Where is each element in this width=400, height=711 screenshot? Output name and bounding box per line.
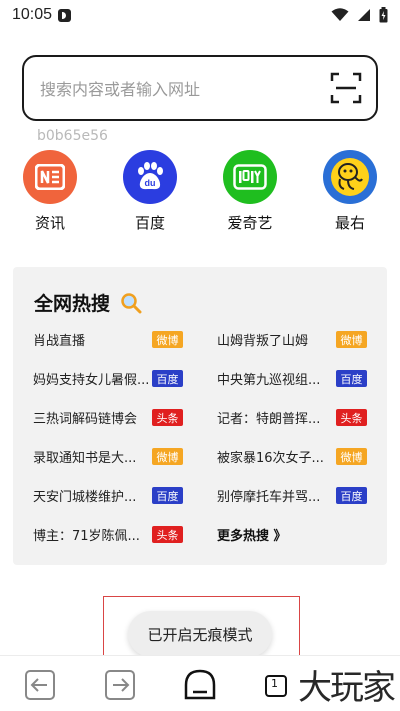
hot-search-card: 全网热搜 肖战直播 微博 山姆背叛了山姆 微博 妈妈支持女儿暑假... 百度 中… bbox=[13, 267, 387, 565]
magnifier-icon bbox=[121, 292, 142, 313]
incognito-toast: 已开启无痕模式 bbox=[128, 611, 272, 657]
hot-item[interactable]: 别停摩托车并骂... 百度 bbox=[217, 483, 367, 507]
watermark-logo: 大玩家 bbox=[298, 668, 396, 708]
more-hot-search-link[interactable]: 更多热搜 》 bbox=[217, 522, 367, 546]
hot-item[interactable]: 山姆背叛了山姆 微博 bbox=[217, 327, 367, 351]
hash-label: b0b65e56 bbox=[37, 128, 108, 144]
zuiyou-icon bbox=[323, 150, 377, 204]
hot-item[interactable]: 天安门城楼维护... 百度 bbox=[33, 483, 183, 507]
d-app-icon bbox=[58, 8, 72, 22]
hot-item[interactable]: 三热词解码链博会 头条 bbox=[33, 405, 183, 429]
hot-item-text: 山姆背叛了山姆 bbox=[217, 333, 309, 349]
quick-link-label: 百度 bbox=[134, 214, 165, 232]
svg-text:du: du bbox=[145, 178, 156, 188]
hot-item-text: 妈妈支持女儿暑假... bbox=[33, 372, 148, 388]
tabs-icon bbox=[265, 675, 287, 697]
hot-item[interactable]: 博主：71岁陈佩... 头条 bbox=[33, 522, 183, 546]
hot-item-text: 博主：71岁陈佩... bbox=[33, 528, 140, 544]
baidu-paw-icon: du bbox=[123, 150, 177, 204]
hot-item-text: 天安门城楼维护... bbox=[33, 489, 137, 505]
hot-row: 天安门城楼维护... 百度 别停摩托车并骂... 百度 bbox=[13, 483, 387, 522]
forward-button[interactable] bbox=[103, 668, 137, 702]
status-bar: 10:05 bbox=[0, 0, 400, 30]
quick-link-label: 爱奇艺 bbox=[227, 214, 273, 232]
home-icon bbox=[184, 669, 216, 700]
hot-item[interactable]: 中央第九巡视组... 百度 bbox=[217, 366, 367, 390]
scan-icon[interactable] bbox=[330, 72, 362, 104]
hot-search-title: 全网热搜 bbox=[34, 289, 142, 316]
hot-item-text: 别停摩托车并骂... bbox=[217, 489, 321, 505]
hot-item-text: 录取通知书是大... bbox=[33, 450, 137, 466]
more-hot-search-text: 更多热搜 》 bbox=[217, 528, 287, 544]
back-button[interactable] bbox=[23, 668, 57, 702]
home-button[interactable] bbox=[183, 668, 217, 702]
hot-item-text: 被家暴16次女子... bbox=[217, 450, 324, 466]
source-badge: 百度 bbox=[152, 487, 183, 504]
hot-item[interactable]: 录取通知书是大... 微博 bbox=[33, 444, 183, 468]
wifi-icon bbox=[331, 8, 349, 21]
quick-link-label: 资讯 bbox=[34, 214, 65, 232]
hot-row: 妈妈支持女儿暑假... 百度 中央第九巡视组... 百度 bbox=[13, 366, 387, 405]
iqiyi-icon bbox=[223, 150, 277, 204]
hot-item-text: 记者：特朗普挥... bbox=[217, 411, 321, 427]
cell-signal-icon bbox=[358, 9, 370, 21]
source-badge: 微博 bbox=[152, 448, 183, 465]
hot-item[interactable]: 妈妈支持女儿暑假... 百度 bbox=[33, 366, 183, 390]
hot-row: 肖战直播 微博 山姆背叛了山姆 微博 bbox=[13, 327, 387, 366]
source-badge: 微博 bbox=[336, 331, 367, 348]
quick-link-news[interactable]: 资讯 bbox=[15, 150, 85, 233]
quick-link-label: 最右 bbox=[334, 214, 365, 232]
hot-item[interactable]: 肖战直播 微博 bbox=[33, 327, 183, 351]
hot-row: 三热词解码链博会 头条 记者：特朗普挥... 头条 bbox=[13, 405, 387, 444]
news-icon bbox=[23, 150, 77, 204]
source-badge: 百度 bbox=[336, 487, 367, 504]
hot-item[interactable]: 记者：特朗普挥... 头条 bbox=[217, 405, 367, 429]
hot-item-text: 三热词解码链博会 bbox=[33, 411, 138, 427]
hot-search-title-text: 全网热搜 bbox=[34, 293, 111, 315]
source-badge: 头条 bbox=[152, 526, 183, 543]
search-input[interactable]: 搜索内容或者输入网址 bbox=[40, 76, 200, 100]
hot-item[interactable]: 被家暴16次女子... 微博 bbox=[217, 444, 367, 468]
status-time: 10:05 bbox=[12, 6, 53, 23]
forward-arrow-icon bbox=[105, 670, 135, 700]
source-badge: 微博 bbox=[336, 448, 367, 465]
hot-item-text: 中央第九巡视组... bbox=[217, 372, 321, 388]
tab-count: 1 bbox=[271, 677, 278, 690]
hot-search-list: 肖战直播 微博 山姆背叛了山姆 微博 妈妈支持女儿暑假... 百度 中央第九巡视… bbox=[13, 327, 387, 561]
tabs-button[interactable]: 1 bbox=[263, 668, 297, 702]
source-badge: 微博 bbox=[152, 331, 183, 348]
search-bar[interactable]: 搜索内容或者输入网址 bbox=[22, 55, 378, 121]
battery-icon bbox=[379, 7, 388, 23]
hot-item-text: 肖战直播 bbox=[33, 333, 86, 349]
source-badge: 百度 bbox=[152, 370, 183, 387]
quick-link-iqiyi[interactable]: 爱奇艺 bbox=[215, 150, 285, 233]
quick-link-zuiyou[interactable]: 最右 bbox=[315, 150, 385, 233]
quick-links: 资讯 du 百度 爱奇艺 最右 bbox=[0, 150, 400, 233]
back-arrow-icon bbox=[25, 670, 55, 700]
source-badge: 头条 bbox=[152, 409, 183, 426]
hot-row: 录取通知书是大... 微博 被家暴16次女子... 微博 bbox=[13, 444, 387, 483]
status-icons bbox=[331, 7, 388, 23]
source-badge: 百度 bbox=[336, 370, 367, 387]
source-badge: 头条 bbox=[336, 409, 367, 426]
hot-row: 博主：71岁陈佩... 头条 更多热搜 》 bbox=[13, 522, 387, 561]
quick-link-baidu[interactable]: du 百度 bbox=[115, 150, 185, 233]
